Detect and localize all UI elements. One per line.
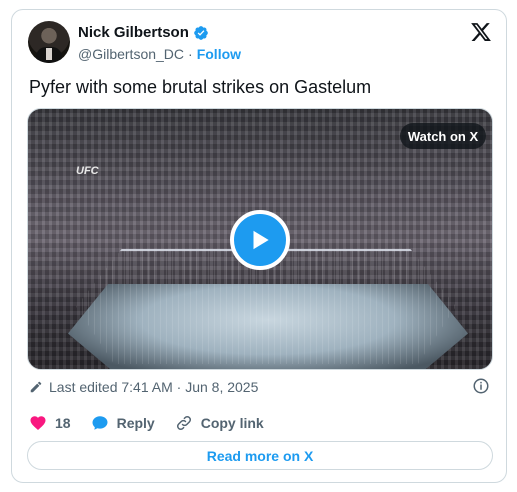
author-name[interactable]: Nick Gilbertson — [78, 24, 189, 41]
like-button[interactable]: 18 — [29, 414, 71, 432]
like-count: 18 — [55, 415, 71, 431]
edited-timestamp[interactable]: Last edited 7:41 AM · Jun 8, 2025 — [49, 379, 258, 395]
reply-bubble-icon — [92, 416, 108, 430]
read-more-button[interactable]: Read more on X — [27, 441, 493, 470]
follow-button[interactable]: Follow — [197, 46, 241, 62]
heart-icon — [30, 416, 46, 431]
author-handle-row: @Gilbertson_DC · Follow — [78, 46, 241, 62]
avatar[interactable] — [28, 21, 70, 63]
link-icon — [176, 415, 191, 431]
author-name-row: Nick Gilbertson — [78, 24, 209, 41]
embedded-post-card: Nick Gilbertson @Gilbertson_DC · Follow … — [11, 9, 507, 483]
avatar-shirt — [46, 48, 52, 60]
play-icon — [253, 230, 269, 250]
arena-logo: UFC — [76, 165, 99, 177]
x-logo-icon[interactable] — [470, 21, 492, 43]
action-bar: 18 Reply Copy link — [29, 414, 284, 432]
verified-badge-icon — [194, 25, 208, 40]
info-icon[interactable] — [472, 377, 490, 395]
reply-label: Reply — [116, 415, 155, 431]
reply-button[interactable]: Reply — [91, 414, 155, 432]
edited-timestamp-row: Last edited 7:41 AM · Jun 8, 2025 — [29, 379, 258, 395]
copy-link-button[interactable]: Copy link — [175, 414, 264, 432]
watch-on-x-button[interactable]: Watch on X — [400, 123, 486, 149]
copy-link-label: Copy link — [200, 415, 264, 431]
play-button[interactable] — [230, 210, 290, 270]
video-player[interactable]: UFC Watch on X — [27, 108, 493, 370]
author-handle[interactable]: @Gilbertson_DC — [78, 46, 184, 62]
post-text: Pyfer with some brutal strikes on Gastel… — [29, 77, 372, 97]
handle-separator: · — [188, 46, 193, 62]
pencil-icon — [30, 381, 42, 393]
